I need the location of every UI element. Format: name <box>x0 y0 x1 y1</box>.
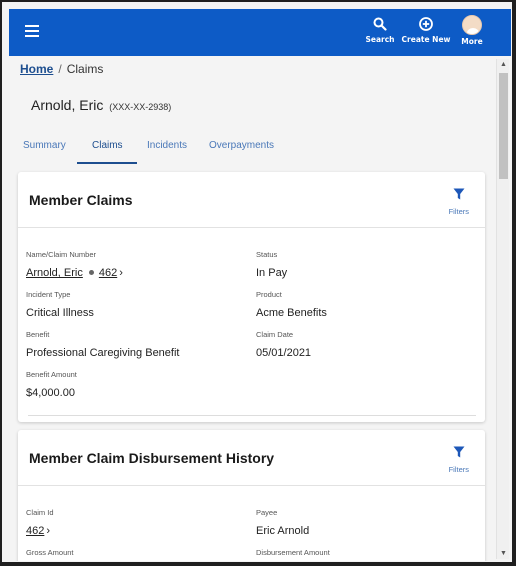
scrollbar-thumb[interactable] <box>499 73 508 179</box>
member-name: Arnold, Eric <box>31 97 104 113</box>
payee-value: Eric Arnold <box>256 525 310 537</box>
add-circle-icon <box>419 17 433 31</box>
status-field: Status In Pay <box>256 250 287 281</box>
filter-icon <box>453 188 465 200</box>
active-tab-indicator <box>77 162 137 164</box>
claim-id-link[interactable]: 462 <box>26 525 44 537</box>
name-claim-field: Name/Claim Number Arnold, Eric 462 › <box>26 250 123 281</box>
app-window: Search Create New More Home / Claims Arnol… <box>0 0 516 566</box>
disbursement-filters-label: Filters <box>448 465 469 474</box>
search-button[interactable]: Search <box>355 17 405 44</box>
claim-number-link[interactable]: 462 <box>99 267 117 279</box>
top-app-bar: Search Create New More <box>9 9 511 56</box>
claim-id-field: Claim Id 462 › <box>26 508 54 539</box>
disbursement-amount-label: Disbursement Amount <box>256 548 330 557</box>
card-divider <box>28 415 476 416</box>
incident-type-field: Incident Type Critical Illness <box>26 290 94 321</box>
name-claim-label: Name/Claim Number <box>26 250 97 259</box>
gross-amount-label: Gross Amount <box>26 548 74 557</box>
claim-date-field: Claim Date 05/01/2021 <box>256 330 311 361</box>
payee-field: Payee Eric Arnold <box>256 508 309 539</box>
breadcrumb-separator: / <box>58 62 62 76</box>
disbursement-history-title: Member Claim Disbursement History <box>29 450 275 466</box>
separator-dot <box>88 270 94 276</box>
benefit-value: Professional Caregiving Benefit <box>26 347 180 359</box>
status-label: Status <box>256 250 278 259</box>
member-claims-title: Member Claims <box>29 192 133 208</box>
search-icon <box>373 17 387 31</box>
member-name-link[interactable]: Arnold, Eric <box>26 267 83 279</box>
create-new-button[interactable]: Create New <box>401 17 451 44</box>
filter-icon <box>453 446 465 458</box>
payee-label: Payee <box>256 508 278 517</box>
chevron-right-icon[interactable]: › <box>46 525 50 537</box>
tab-overpayments[interactable]: Overpayments <box>209 140 274 151</box>
vertical-scrollbar[interactable]: ▲ ▼ <box>496 59 509 559</box>
main-content: Home / Claims Arnold, Eric (XXX-XX-2938) S… <box>9 56 494 561</box>
chevron-right-icon[interactable]: › <box>119 267 123 279</box>
benefit-amount-label: Benefit Amount <box>26 370 77 379</box>
benefit-amount-value: $4,000.00 <box>26 387 75 399</box>
create-new-label: Create New <box>401 35 451 44</box>
breadcrumb-current: Claims <box>66 62 104 76</box>
tab-incidents[interactable]: Incidents <box>147 140 187 151</box>
scroll-up-arrow-icon[interactable]: ▲ <box>500 61 507 68</box>
scroll-down-arrow-icon[interactable]: ▼ <box>500 550 507 557</box>
member-header: Arnold, Eric (XXX-XX-2938) <box>31 97 171 113</box>
disbursement-filters-button[interactable]: Filters <box>449 445 469 474</box>
incident-type-label: Incident Type <box>26 290 71 299</box>
gross-amount-field: Gross Amount <box>26 548 74 561</box>
tab-summary[interactable]: Summary <box>23 140 66 151</box>
claim-date-value: 05/01/2021 <box>256 347 312 359</box>
member-ssn: (XXX-XX-2938) <box>109 102 172 112</box>
disbursement-amount-field: Disbursement Amount <box>256 548 330 561</box>
breadcrumb: Home / Claims <box>20 62 103 76</box>
more-button[interactable]: More <box>447 15 497 46</box>
product-label: Product <box>256 290 282 299</box>
status-value: In Pay <box>256 267 288 279</box>
member-claims-header: Member Claims Filters <box>18 172 485 228</box>
member-claims-card: Member Claims Filters Name/Claim Number … <box>18 172 485 422</box>
benefit-label: Benefit <box>26 330 50 339</box>
claim-id-label: Claim Id <box>26 508 54 517</box>
disbursement-history-card: Member Claim Disbursement History Filter… <box>18 430 485 561</box>
more-label: More <box>461 37 483 46</box>
incident-type-value: Critical Illness <box>26 307 94 319</box>
product-value: Acme Benefits <box>256 307 327 319</box>
tab-claims[interactable]: Claims <box>92 140 123 151</box>
claims-filters-button[interactable]: Filters <box>449 187 469 216</box>
product-field: Product Acme Benefits <box>256 290 327 321</box>
breadcrumb-home-link[interactable]: Home <box>20 62 53 76</box>
claim-date-label: Claim Date <box>256 330 294 339</box>
benefit-field: Benefit Professional Caregiving Benefit <box>26 330 179 361</box>
benefit-amount-field: Benefit Amount $4,000.00 <box>26 370 77 401</box>
claims-filters-label: Filters <box>448 207 469 216</box>
disbursement-history-header: Member Claim Disbursement History Filter… <box>18 430 485 486</box>
avatar <box>462 15 482 35</box>
search-label: Search <box>365 35 395 44</box>
menu-icon[interactable] <box>25 25 39 37</box>
